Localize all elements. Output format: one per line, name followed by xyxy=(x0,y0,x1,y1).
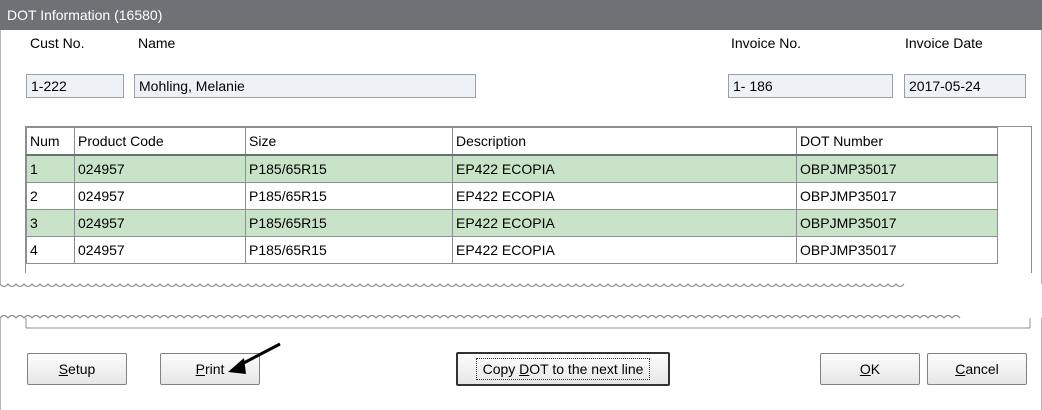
cust-no-field[interactable]: 1-222 xyxy=(26,74,124,98)
cell-dot-number[interactable]: OBPJMP35017 xyxy=(796,182,998,210)
torn-edge-separator xyxy=(0,283,1042,329)
copy-label-post: OT to the next line xyxy=(529,361,644,377)
cell-dot-number[interactable]: OBPJMP35017 xyxy=(796,209,998,237)
cancel-label-key: C xyxy=(955,361,966,377)
cell-num[interactable]: 2 xyxy=(26,182,75,210)
cell-dot-number[interactable]: OBPJMP35017 xyxy=(796,154,998,183)
cell-product-code[interactable]: 024957 xyxy=(74,209,246,237)
cell-dot-number[interactable]: OBPJMP35017 xyxy=(796,236,998,264)
table-row[interactable]: 2 024957 P185/65R15 EP422 ECOPIA OBPJMP3… xyxy=(26,182,998,210)
cell-product-code[interactable]: 024957 xyxy=(74,236,246,264)
cell-description[interactable]: EP422 ECOPIA xyxy=(452,236,797,264)
invoice-date-label: Invoice Date xyxy=(905,35,983,51)
table-row[interactable]: 3 024957 P185/65R15 EP422 ECOPIA OBPJMP3… xyxy=(26,209,998,237)
print-label-post: rint xyxy=(204,361,225,377)
setup-button[interactable]: Setup xyxy=(27,353,127,385)
setup-label-post: etup xyxy=(68,361,96,377)
cell-num[interactable]: 4 xyxy=(26,236,75,264)
cell-product-code[interactable]: 024957 xyxy=(74,182,246,210)
cell-description[interactable]: EP422 ECOPIA xyxy=(452,209,797,237)
copy-dot-label: Copy DOT to the next line xyxy=(475,358,651,380)
invoice-no-label: Invoice No. xyxy=(731,35,802,51)
cancel-button[interactable]: Cancel xyxy=(927,353,1027,385)
pointer-arrow-icon xyxy=(228,342,281,374)
cell-num[interactable]: 3 xyxy=(26,209,75,237)
table-row[interactable]: 4 024957 P185/65R15 EP422 ECOPIA OBPJMP3… xyxy=(26,236,998,264)
cell-size[interactable]: P185/65R15 xyxy=(245,209,453,237)
col-header-dot-number[interactable]: DOT Number xyxy=(796,127,998,156)
cust-no-label: Cust No. xyxy=(30,35,85,51)
copy-label-pre: Copy xyxy=(482,361,520,377)
name-field[interactable]: Mohling, Melanie xyxy=(134,74,476,98)
cell-num[interactable]: 1 xyxy=(26,154,75,183)
print-label-key: P xyxy=(195,361,205,377)
ok-button[interactable]: OK xyxy=(820,353,920,385)
grid-header-row: Num Product Code Size Description DOT Nu… xyxy=(26,127,998,156)
title-bar: DOT Information (16580) xyxy=(0,0,1042,30)
setup-label-key: S xyxy=(58,361,69,377)
col-header-num[interactable]: Num xyxy=(26,127,75,156)
copy-label-key: D xyxy=(519,361,530,377)
col-header-size[interactable]: Size xyxy=(245,127,453,156)
cell-description[interactable]: EP422 ECOPIA xyxy=(452,154,797,183)
ok-label-post: K xyxy=(870,361,881,377)
name-label: Name xyxy=(138,35,176,51)
table-row[interactable]: 1 024957 P185/65R15 EP422 ECOPIA OBPJMP3… xyxy=(26,154,998,183)
cell-description[interactable]: EP422 ECOPIA xyxy=(452,182,797,210)
cell-size[interactable]: P185/65R15 xyxy=(245,182,453,210)
dot-grid: Num Product Code Size Description DOT Nu… xyxy=(26,127,998,264)
invoice-no-field[interactable]: 1- 186 xyxy=(728,74,893,98)
window-title: DOT Information (16580) xyxy=(7,7,163,23)
cell-size[interactable]: P185/65R15 xyxy=(245,236,453,264)
cell-product-code[interactable]: 024957 xyxy=(74,154,246,183)
ok-label-key: O xyxy=(859,361,871,377)
cancel-label-post: ancel xyxy=(965,361,999,377)
cell-size[interactable]: P185/65R15 xyxy=(245,154,453,183)
col-header-product-code[interactable]: Product Code xyxy=(74,127,246,156)
invoice-date-field[interactable]: 2017-05-24 xyxy=(904,74,1026,98)
col-header-description[interactable]: Description xyxy=(452,127,797,156)
copy-dot-button[interactable]: Copy DOT to the next line xyxy=(456,352,670,386)
